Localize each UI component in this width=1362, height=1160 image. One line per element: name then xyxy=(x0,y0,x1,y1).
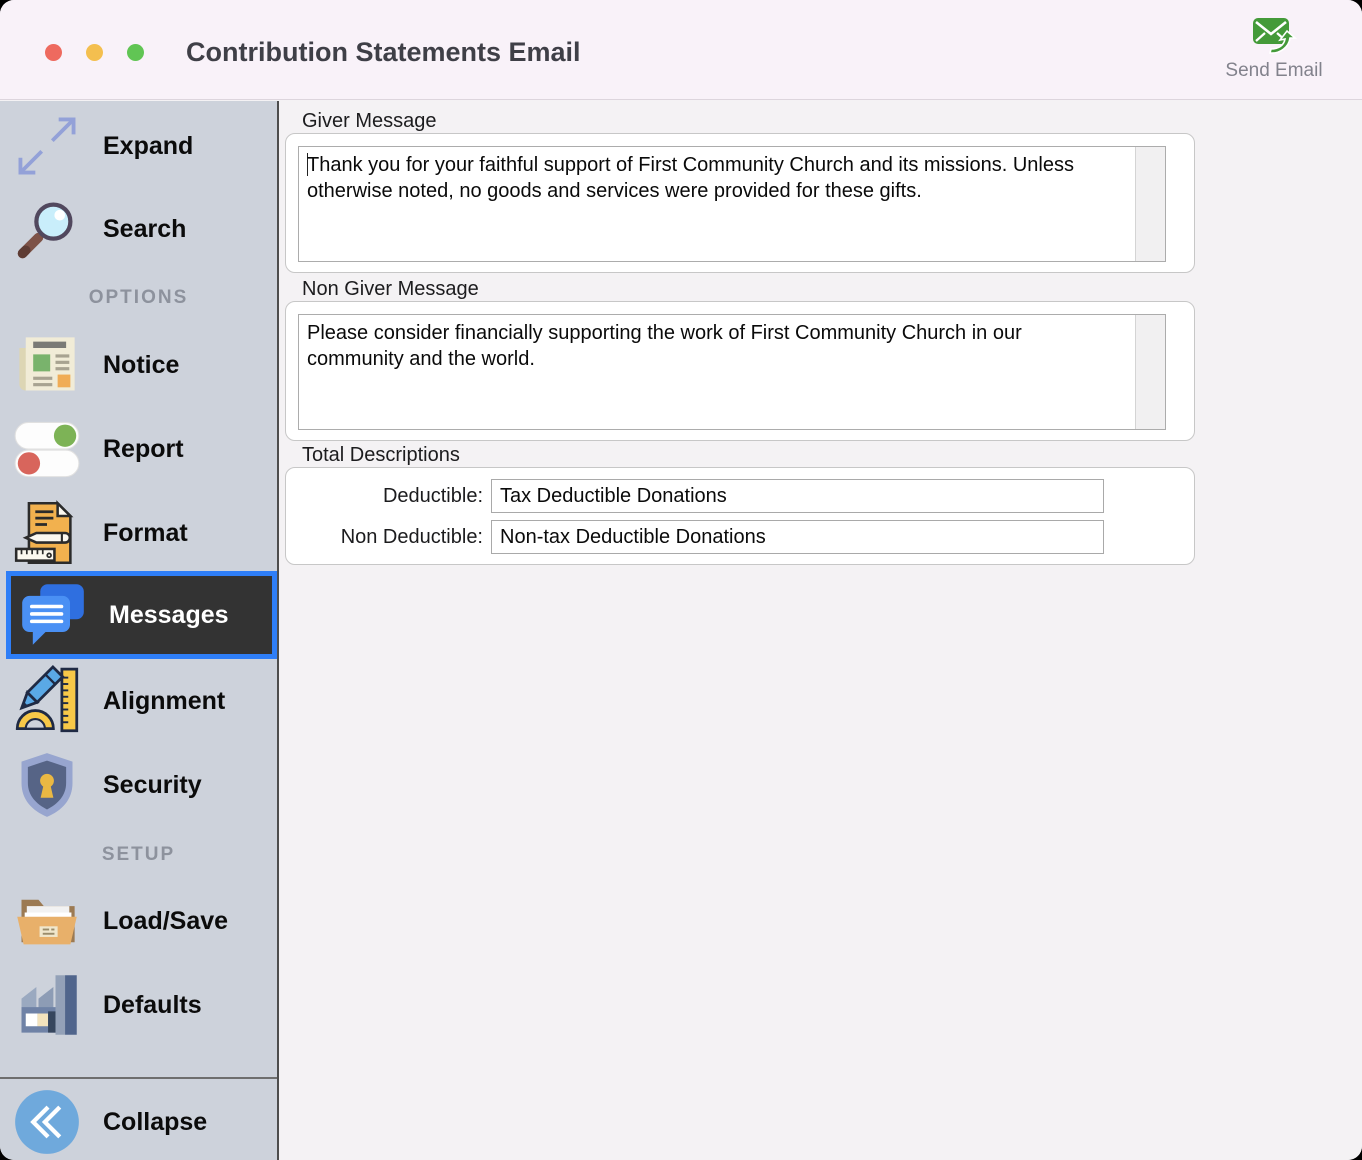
total-descriptions-groupbox: Deductible: Non Deductible: xyxy=(285,467,1195,565)
format-document-icon xyxy=(13,496,81,570)
sidebar: Expand Search OPTIONS xyxy=(0,101,279,1160)
send-email-button[interactable]: Send Email xyxy=(1204,16,1344,82)
sidebar-item-loadsave[interactable]: Load/Save xyxy=(0,879,277,963)
non-giver-message-label: Non Giver Message xyxy=(302,278,479,301)
send-email-label: Send Email xyxy=(1204,60,1344,82)
magnifier-icon xyxy=(13,192,81,266)
sidebar-section-options: OPTIONS xyxy=(0,287,277,309)
sidebar-item-alignment[interactable]: Alignment xyxy=(0,659,277,743)
sidebar-item-label: Defaults xyxy=(103,991,202,1020)
sidebar-item-label: Notice xyxy=(103,351,179,380)
sidebar-item-label: Alignment xyxy=(103,687,225,716)
shield-lock-icon xyxy=(13,748,81,822)
non-deductible-input[interactable] xyxy=(491,520,1104,554)
sidebar-item-label: Expand xyxy=(103,132,193,161)
folder-icon xyxy=(13,884,81,958)
giver-message-label: Giver Message xyxy=(302,110,437,133)
total-descriptions-label: Total Descriptions xyxy=(302,444,460,467)
envelope-send-icon xyxy=(1251,16,1297,56)
sidebar-item-defaults[interactable]: Defaults xyxy=(0,963,277,1047)
sidebar-item-notice[interactable]: Notice xyxy=(0,323,277,407)
giver-message-textarea[interactable]: Thank you for your faithful support of F… xyxy=(298,146,1166,262)
sidebar-item-security[interactable]: Security xyxy=(0,743,277,827)
toggle-switches-icon xyxy=(13,412,81,486)
giver-message-text: Thank you for your faithful support of F… xyxy=(299,147,1131,209)
sidebar-item-label: Collapse xyxy=(103,1108,207,1137)
titlebar: Contribution Statements Email Send Email xyxy=(0,0,1362,100)
non-giver-message-textarea[interactable]: Please consider financially supporting t… xyxy=(298,314,1166,430)
giver-message-groupbox: Thank you for your faithful support of F… xyxy=(285,133,1195,273)
sidebar-item-label: Messages xyxy=(109,601,229,630)
sidebar-item-label: Report xyxy=(103,435,184,464)
sidebar-item-format[interactable]: Format xyxy=(0,491,277,575)
non-giver-message-groupbox: Please consider financially supporting t… xyxy=(285,301,1195,441)
sidebar-item-messages[interactable]: Messages xyxy=(6,571,277,659)
app-window: Contribution Statements Email Send Email xyxy=(0,0,1362,1160)
sidebar-section-setup: SETUP xyxy=(0,844,277,866)
factory-icon xyxy=(13,968,81,1042)
sidebar-item-search[interactable]: Search xyxy=(0,187,277,271)
expand-arrows-icon xyxy=(13,109,81,183)
newspaper-icon xyxy=(13,328,81,402)
close-window-button[interactable] xyxy=(45,44,62,61)
zoom-window-button[interactable] xyxy=(127,44,144,61)
sidebar-divider xyxy=(0,1077,277,1079)
sidebar-item-report[interactable]: Report xyxy=(0,407,277,491)
scrollbar-track[interactable] xyxy=(1135,315,1165,429)
deductible-input[interactable] xyxy=(491,479,1104,513)
deductible-label: Deductible: xyxy=(286,479,483,513)
sidebar-item-label: Search xyxy=(103,215,186,244)
sidebar-item-expand[interactable]: Expand xyxy=(0,104,277,188)
minimize-window-button[interactable] xyxy=(86,44,103,61)
main-content: Giver Message Thank you for your faithfu… xyxy=(281,101,1362,1160)
non-deductible-label: Non Deductible: xyxy=(286,520,483,554)
sidebar-item-collapse[interactable]: Collapse xyxy=(0,1080,277,1160)
collapse-chevrons-icon xyxy=(13,1085,81,1159)
pencil-ruler-icon xyxy=(13,664,81,738)
sidebar-item-label: Security xyxy=(103,771,202,800)
window-title: Contribution Statements Email xyxy=(186,37,581,68)
scrollbar-track[interactable] xyxy=(1135,147,1165,261)
chat-bubbles-icon xyxy=(19,578,87,652)
sidebar-item-label: Load/Save xyxy=(103,907,228,936)
sidebar-item-label: Format xyxy=(103,519,188,548)
non-giver-message-text: Please consider financially supporting t… xyxy=(299,315,1131,377)
